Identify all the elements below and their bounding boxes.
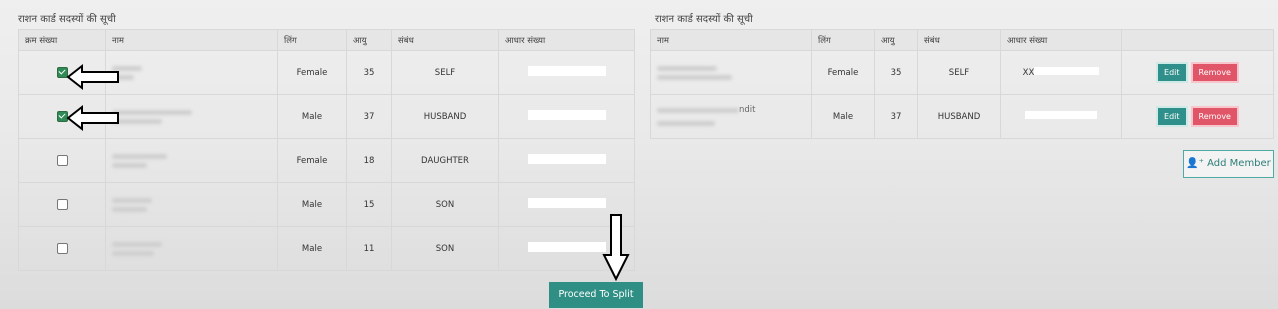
header-aadhaar: आधार संख्या (1000, 29, 1122, 51)
age-cell: 15 (346, 182, 392, 227)
actions-cell: Edit Remove (1121, 94, 1274, 139)
member-select-checkbox[interactable] (56, 243, 68, 254)
select-cell (18, 182, 106, 227)
member-name-cell (105, 182, 278, 227)
aadhaar-mask (527, 154, 606, 164)
relation-cell: SON (391, 182, 499, 227)
remove-button[interactable]: Remove (1190, 106, 1239, 127)
relation-cell: DAUGHTER (391, 138, 499, 183)
gender-cell: Male (277, 94, 347, 139)
gender-cell: Female (277, 138, 347, 183)
member-name-cell (650, 50, 812, 95)
header-aadhaar: आधार संख्या (498, 29, 635, 51)
aadhaar-cell: XX (1000, 50, 1122, 95)
aadhaar-mask (527, 110, 606, 120)
member-name-cell (105, 50, 278, 95)
header-age: आयु (874, 29, 918, 51)
header-gender: लिंग (811, 29, 875, 51)
annotation-arrow-down-icon (602, 214, 630, 282)
age-cell: 35 (346, 50, 392, 95)
add-member-label: Add Member (1207, 158, 1271, 169)
table-row: Male 15 SON (18, 182, 635, 227)
age-cell: 18 (346, 138, 392, 183)
aadhaar-mask (527, 66, 606, 76)
member-select-checkbox[interactable] (56, 199, 68, 210)
member-name-cell (105, 94, 278, 139)
header-relation: संबंध (917, 29, 1001, 51)
annotation-arrow-left-icon (66, 104, 119, 132)
header-serial: क्रम संख्या (18, 29, 106, 51)
aadhaar-mask (1034, 67, 1100, 75)
add-member-button[interactable]: 👤⁺ Add Member (1183, 150, 1274, 178)
aadhaar-cell (498, 50, 635, 95)
annotation-arrow-left-icon (66, 63, 119, 91)
member-name-partial: ndit (739, 105, 756, 115)
right-members-table: नाम लिंग आयु संबंध आधार संख्या Female 35… (650, 29, 1274, 139)
left-panel-title: राशन कार्ड सदस्यों की सूची (18, 14, 116, 25)
table-row: Female 18 DAUGHTER (18, 138, 635, 183)
right-table-header-row: नाम लिंग आयु संबंध आधार संख्या (650, 29, 1274, 51)
edit-button[interactable]: Edit (1156, 62, 1188, 83)
gender-cell: Male (811, 94, 875, 139)
proceed-to-split-button[interactable]: Proceed To Split (549, 282, 643, 308)
relation-cell: HUSBAND (917, 94, 1001, 139)
relation-cell: SELF (917, 50, 1001, 95)
gender-cell: Male (277, 182, 347, 227)
age-cell: 11 (346, 226, 392, 271)
member-name-cell (105, 138, 278, 183)
header-relation: संबंध (391, 29, 499, 51)
actions-cell: Edit Remove (1121, 50, 1274, 95)
header-name: नाम (650, 29, 812, 51)
aadhaar-prefix: XX (1022, 68, 1035, 78)
relation-cell: SELF (391, 50, 499, 95)
gender-cell: Male (277, 226, 347, 271)
add-user-icon: 👤⁺ (1186, 158, 1204, 169)
member-name-cell: ndit (650, 94, 812, 139)
left-table-header-row: क्रम संख्या नाम लिंग आयु संबंध आधार संख्… (18, 29, 635, 51)
right-panel-title: राशन कार्ड सदस्यों की सूची (655, 14, 753, 25)
select-cell (18, 226, 106, 271)
remove-button[interactable]: Remove (1190, 62, 1239, 83)
member-select-checkbox[interactable] (56, 155, 68, 166)
header-name: नाम (105, 29, 278, 51)
age-cell: 35 (874, 50, 918, 95)
header-actions (1121, 29, 1274, 51)
header-gender: लिंग (277, 29, 347, 51)
age-cell: 37 (874, 94, 918, 139)
member-name-cell (105, 226, 278, 271)
aadhaar-mask (527, 198, 606, 208)
edit-button[interactable]: Edit (1156, 106, 1188, 127)
relation-cell: SON (391, 226, 499, 271)
select-cell (18, 138, 106, 183)
aadhaar-mask (527, 242, 606, 252)
relation-cell: HUSBAND (391, 94, 499, 139)
aadhaar-cell (1000, 94, 1122, 139)
table-row: Female 35 SELF XX Edit Remove (650, 50, 1274, 95)
age-cell: 37 (346, 94, 392, 139)
gender-cell: Female (277, 50, 347, 95)
aadhaar-mask (1025, 111, 1097, 119)
gender-cell: Female (811, 50, 875, 95)
table-row: ndit Male 37 HUSBAND Edit Remove (650, 94, 1274, 139)
aadhaar-cell (498, 138, 635, 183)
header-age: आयु (346, 29, 392, 51)
aadhaar-cell (498, 94, 635, 139)
table-row: Male 11 SON (18, 226, 635, 271)
